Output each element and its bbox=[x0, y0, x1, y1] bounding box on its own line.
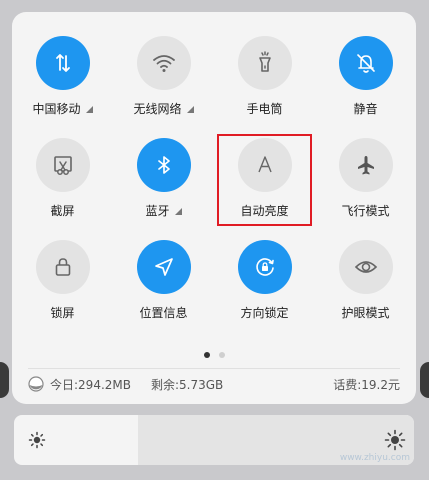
bell-off-icon bbox=[356, 54, 375, 73]
tile-label-mute: 静音 bbox=[353, 102, 378, 116]
side-handle-right bbox=[420, 362, 429, 398]
airplane-icon bbox=[357, 156, 374, 175]
bluetooth-icon bbox=[157, 156, 170, 174]
rotation-lock-toggle[interactable] bbox=[237, 240, 292, 294]
tile-bluetooth[interactable]: 蓝牙 bbox=[113, 138, 214, 240]
flashlight-icon bbox=[258, 51, 271, 72]
quick-settings-panel: 中国移动 无线网络 手电筒 静音 截屏 蓝牙 自动亮度 飞行模式 锁屏 位置信息… bbox=[12, 12, 416, 404]
tile-flashlight[interactable]: 手电筒 bbox=[214, 36, 315, 138]
location-icon bbox=[154, 258, 173, 276]
page-dot-2[interactable] bbox=[218, 352, 225, 358]
tile-label-flashlight: 手电筒 bbox=[246, 102, 283, 116]
toggle-grid: 中国移动 无线网络 手电筒 静音 截屏 蓝牙 自动亮度 飞行模式 锁屏 位置信息… bbox=[12, 36, 416, 342]
rotation-lock-icon bbox=[255, 258, 274, 276]
tile-label-bluetooth: 蓝牙 bbox=[145, 202, 182, 219]
dropdown-indicator-icon[interactable] bbox=[85, 106, 93, 113]
tile-label-eye-care: 护眼模式 bbox=[341, 306, 390, 320]
phone-balance: 话费:19.2元 bbox=[333, 377, 400, 392]
tile-label-mobile-data: 中国移动 bbox=[32, 100, 93, 117]
flashlight-toggle[interactable] bbox=[237, 36, 292, 90]
data-usage-icon bbox=[28, 376, 44, 392]
highlight-box bbox=[217, 134, 312, 226]
tile-label-screenshot: 截屏 bbox=[50, 204, 75, 218]
remaining-data: 剩余:5.73GB bbox=[150, 377, 224, 392]
tile-label-wifi: 无线网络 bbox=[133, 100, 194, 117]
dropdown-indicator-icon[interactable] bbox=[174, 208, 182, 215]
screenshot-toggle[interactable] bbox=[35, 138, 90, 192]
brightness-slider[interactable]: www.zhiyu.com bbox=[14, 415, 414, 465]
lock-screen-toggle[interactable] bbox=[35, 240, 90, 294]
lock-icon bbox=[55, 258, 70, 276]
watermark-text: www.zhiyu.com bbox=[339, 453, 410, 463]
airplane-mode-toggle[interactable] bbox=[338, 138, 393, 192]
divider bbox=[28, 368, 400, 369]
data-transfer-icon bbox=[55, 54, 70, 72]
screenshot-icon bbox=[53, 156, 72, 175]
mobile-data-toggle[interactable] bbox=[35, 36, 90, 90]
tile-location[interactable]: 位置信息 bbox=[113, 240, 214, 342]
tile-label-airplane-mode: 飞行模式 bbox=[341, 204, 390, 218]
dropdown-indicator-icon[interactable] bbox=[186, 106, 194, 113]
location-toggle[interactable] bbox=[136, 240, 191, 294]
tile-label-location: 位置信息 bbox=[139, 306, 188, 320]
tile-eye-care[interactable]: 护眼模式 bbox=[315, 240, 416, 342]
page-dot-1[interactable] bbox=[203, 352, 210, 358]
eye-icon bbox=[354, 261, 377, 273]
bluetooth-toggle[interactable] bbox=[136, 138, 191, 192]
tile-screenshot[interactable]: 截屏 bbox=[12, 138, 113, 240]
brightness-high-icon bbox=[384, 429, 406, 451]
brightness-low-icon bbox=[28, 431, 46, 449]
tile-lock-screen[interactable]: 锁屏 bbox=[12, 240, 113, 342]
wifi-toggle[interactable] bbox=[136, 36, 191, 90]
side-handle-left bbox=[0, 362, 9, 398]
tile-airplane-mode[interactable]: 飞行模式 bbox=[315, 138, 416, 240]
wifi-icon bbox=[152, 55, 175, 72]
tile-mobile-data[interactable]: 中国移动 bbox=[12, 36, 113, 138]
tile-mute[interactable]: 静音 bbox=[315, 36, 416, 138]
eye-care-toggle[interactable] bbox=[338, 240, 393, 294]
tile-rotation-lock[interactable]: 方向锁定 bbox=[214, 240, 315, 342]
mute-toggle[interactable] bbox=[338, 36, 393, 90]
tile-label-lock-screen: 锁屏 bbox=[50, 306, 75, 320]
tile-label-rotation-lock: 方向锁定 bbox=[240, 306, 289, 320]
tile-wifi[interactable]: 无线网络 bbox=[113, 36, 214, 138]
today-usage: 今日:294.2MB bbox=[50, 377, 131, 392]
data-usage-bar[interactable]: 今日:294.2MB 剩余:5.73GB 话费:19.2元 bbox=[28, 372, 400, 396]
page-indicator bbox=[12, 352, 416, 358]
